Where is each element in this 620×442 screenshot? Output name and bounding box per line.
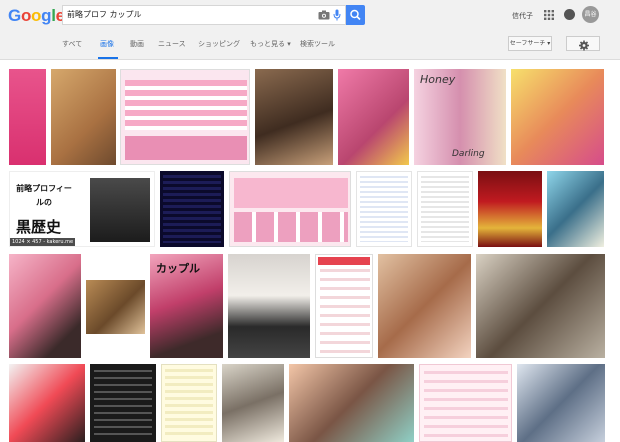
logo-letter: G [8, 6, 21, 25]
image-result[interactable] [160, 171, 224, 247]
image-result[interactable] [86, 280, 145, 334]
notifications-icon[interactable] [564, 9, 575, 20]
image-result[interactable] [419, 364, 512, 442]
google-logo[interactable]: Google [8, 6, 65, 26]
tab-more[interactable]: もっと見る ▾ [250, 39, 291, 49]
image-result[interactable] [9, 69, 46, 165]
image-result[interactable]: カップル [150, 254, 223, 358]
image-result[interactable] [9, 364, 85, 442]
logo-letter: g [41, 6, 52, 25]
image-result[interactable] [338, 69, 409, 165]
camera-icon[interactable] [318, 10, 330, 20]
kuro-rekishi-text: 黒歴史 [16, 218, 62, 236]
search-icon [350, 9, 361, 21]
image-result[interactable] [9, 254, 81, 358]
tab-images[interactable]: 画像 [100, 39, 114, 49]
image-result[interactable]: Honey Darling [414, 69, 506, 165]
image-result[interactable] [517, 364, 605, 442]
tab-shopping[interactable]: ショッピング [198, 39, 240, 49]
tab-all[interactable]: すべて [62, 39, 82, 49]
tab-news[interactable]: ニュース [158, 39, 186, 49]
image-result[interactable] [120, 69, 250, 165]
user-name[interactable]: 信代子 [512, 11, 533, 21]
image-result[interactable] [161, 364, 217, 442]
image-result[interactable] [51, 69, 116, 165]
avatar[interactable]: 昌谷 [582, 6, 599, 23]
profile-title-text: 前略プロフィールの [16, 184, 72, 207]
image-result[interactable] [228, 254, 310, 358]
active-tab-indicator [98, 57, 118, 59]
image-result[interactable] [478, 171, 542, 247]
image-result[interactable] [476, 254, 605, 358]
search-button[interactable] [346, 5, 365, 25]
tab-search-tools[interactable]: 検索ツール [300, 39, 335, 49]
honey-text: Honey [420, 73, 456, 86]
darling-text: Darling [452, 149, 485, 159]
image-result[interactable] [547, 171, 604, 247]
logo-letter: o [31, 6, 42, 25]
image-result[interactable] [90, 364, 156, 442]
image-result[interactable] [229, 171, 351, 247]
image-result[interactable] [511, 69, 604, 165]
image-result[interactable] [289, 364, 414, 442]
safe-search-button[interactable]: セーフサーチ ▾ [508, 36, 552, 51]
image-result[interactable]: 前略プロフィールの 黒歴史 1024 × 457 - kakeru.me [9, 171, 155, 247]
logo-letter: o [20, 6, 32, 25]
image-result[interactable] [378, 254, 471, 358]
image-result[interactable] [356, 171, 412, 247]
tab-videos[interactable]: 動画 [130, 39, 144, 49]
microphone-icon[interactable] [333, 9, 341, 21]
image-result[interactable] [417, 171, 473, 247]
apps-grid-icon[interactable] [544, 10, 554, 20]
settings-button[interactable] [566, 36, 600, 51]
image-results-grid: Honey Darling 前略プロフィールの 黒歴史 1024 × 457 -… [0, 64, 620, 442]
search-box[interactable]: 前略プロフ カップル [62, 5, 346, 25]
couple-text: カップル [156, 262, 200, 275]
image-result[interactable] [315, 254, 373, 358]
header-bar: Google 前略プロフ カップル 信代子 昌谷 すべて 画像 動画 ニュース [0, 0, 620, 60]
image-result[interactable] [222, 364, 284, 442]
gear-icon [579, 40, 589, 51]
image-result[interactable] [255, 69, 333, 165]
image-caption: 1024 × 457 - kakeru.me [10, 238, 76, 246]
search-input[interactable]: 前略プロフ カップル [67, 9, 142, 20]
